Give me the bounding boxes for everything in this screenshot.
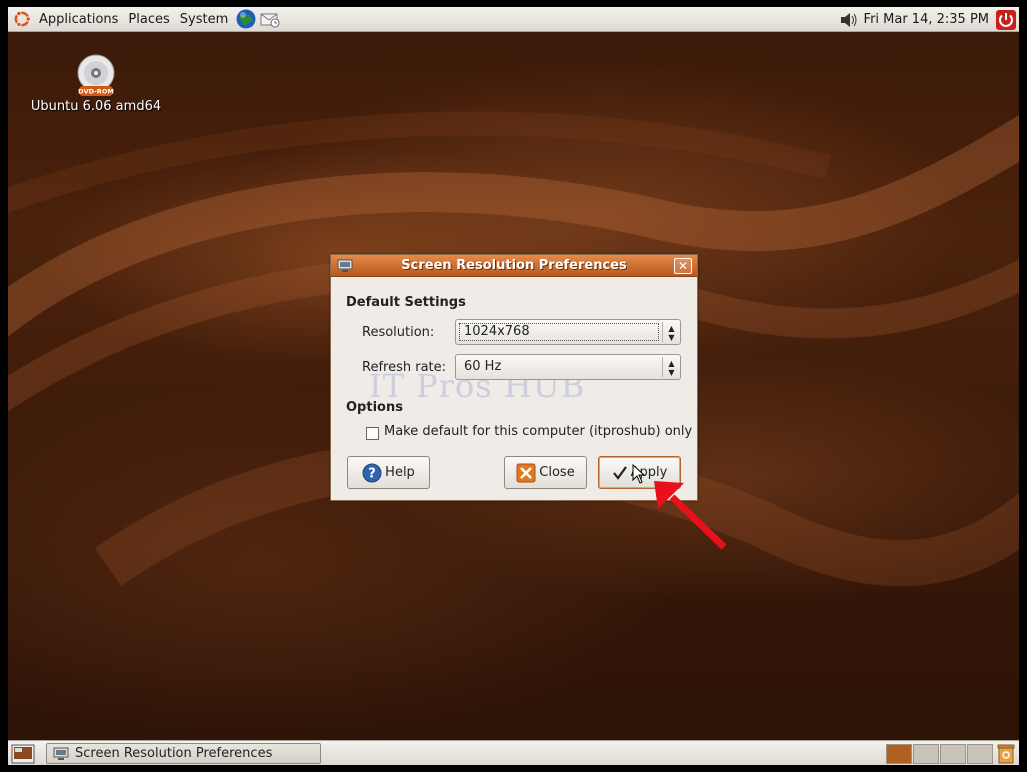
close-icon (516, 463, 536, 483)
workspace-4[interactable] (967, 744, 993, 764)
refresh-rate-combo[interactable]: 60 Hz ▲ ▼ (455, 354, 681, 380)
menu-places[interactable]: Places (123, 7, 174, 32)
close-label: Close (539, 465, 575, 480)
make-default-checkbox[interactable] (366, 427, 379, 440)
mouse-pointer-icon (632, 464, 646, 484)
workspace-2[interactable] (913, 744, 939, 764)
resolution-combo[interactable]: 1024x768 ▲ ▼ (455, 319, 681, 345)
web-browser-icon[interactable] (235, 8, 257, 30)
desktop-icon-label: Ubuntu 6.06 amd64 (30, 99, 162, 114)
workspace-1[interactable] (886, 744, 912, 764)
desktop-icon-dvd[interactable]: DVD-ROM Ubuntu 6.06 amd64 (26, 53, 166, 114)
dvd-badge-text: DVD-ROM (78, 88, 114, 96)
resolution-label: Resolution: (362, 325, 435, 340)
menu-system[interactable]: System (175, 7, 233, 32)
top-panel-tray: Fri Mar 14, 2:35 PM (840, 7, 1019, 32)
default-settings-heading: Default Settings (346, 295, 466, 310)
close-window-button[interactable]: ✕ (674, 258, 692, 274)
focus-ring (459, 323, 659, 341)
close-button[interactable]: Close (504, 456, 587, 489)
volume-icon[interactable] (840, 12, 858, 28)
taskbar-item-screen-resolution[interactable]: Screen Resolution Preferences (46, 743, 321, 764)
dialog-title: Screen Resolution Preferences (401, 258, 627, 273)
bottom-panel: Screen Resolution Preferences (8, 740, 1019, 765)
combo-arrow-icon: ▲ ▼ (662, 357, 680, 377)
dialog-titlebar[interactable]: Screen Resolution Preferences ✕ (331, 255, 697, 277)
top-panel: Applications Places System Fri Mar 14, 2… (8, 7, 1019, 32)
make-default-label[interactable]: Make default for this computer (itproshu… (384, 424, 692, 439)
options-heading: Options (346, 400, 403, 415)
workspace-3[interactable] (940, 744, 966, 764)
refresh-rate-label: Refresh rate: (362, 360, 447, 375)
refresh-rate-value: 60 Hz (464, 359, 502, 374)
help-button[interactable]: ? Help (347, 456, 430, 489)
taskbar-item-label: Screen Resolution Preferences (75, 746, 273, 761)
svg-text:?: ? (368, 466, 376, 481)
trash-icon[interactable] (996, 743, 1016, 764)
show-desktop-icon[interactable] (11, 744, 35, 764)
dvd-rom-icon: DVD-ROM (77, 54, 115, 96)
shutdown-icon[interactable] (995, 9, 1017, 31)
monitor-icon (53, 747, 69, 760)
mail-client-icon[interactable] (259, 8, 281, 30)
combo-arrow-icon: ▲ ▼ (662, 322, 680, 342)
clock[interactable]: Fri Mar 14, 2:35 PM (858, 12, 995, 27)
annotation-arrow-icon (654, 481, 727, 550)
desktop: Applications Places System Fri Mar 14, 2… (8, 7, 1019, 765)
ubuntu-logo-icon[interactable] (12, 9, 32, 29)
menu-applications[interactable]: Applications (34, 7, 123, 32)
help-icon: ? (362, 463, 382, 483)
checkmark-icon (612, 465, 628, 481)
help-label: Help (385, 465, 415, 480)
